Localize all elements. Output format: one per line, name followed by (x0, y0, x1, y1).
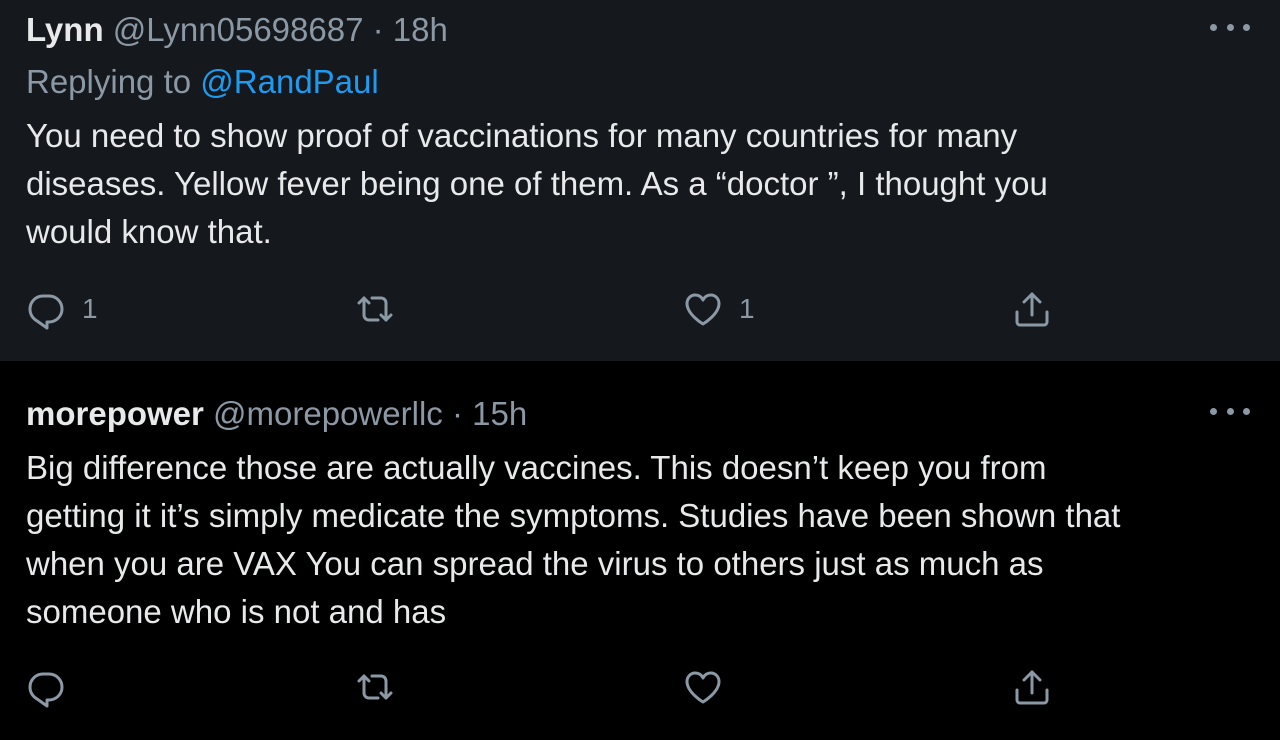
tweet-text-line: would know that. (26, 213, 272, 250)
replying-to: Replying to @RandPaul (26, 62, 379, 102)
author-handle[interactable]: @morepowerllc (213, 395, 443, 432)
separator: · (451, 395, 463, 432)
tweet-text: You need to show proof of vaccinations f… (26, 112, 1246, 256)
tweet-actions (0, 665, 1280, 709)
share-icon (1015, 292, 1049, 327)
reply-button[interactable]: 1 (24, 287, 98, 331)
author-handle[interactable]: @Lynn05698687 (113, 11, 364, 48)
reply-button[interactable] (24, 665, 82, 709)
share-button[interactable] (1010, 287, 1054, 331)
tweet-text-line: someone who is not and has (26, 593, 447, 630)
like-icon (685, 671, 721, 704)
retweet-icon (357, 674, 393, 700)
tweet-text-line: You need to show proof of vaccinations f… (26, 117, 1018, 154)
timestamp[interactable]: 15h (472, 395, 527, 432)
author-name[interactable]: morepower (26, 395, 204, 432)
author-name[interactable]: Lynn (26, 11, 104, 48)
like-icon (685, 293, 721, 326)
like-button[interactable]: 1 (681, 287, 755, 331)
tweet-lynn[interactable]: Lynn @Lynn05698687 · 18h Replying to @Ra… (0, 0, 1280, 361)
share-button[interactable] (1010, 665, 1054, 709)
reply-count: 1 (82, 293, 98, 324)
tweet-text-line: Big difference those are actually vaccin… (26, 449, 1047, 486)
reply-icon (28, 294, 64, 330)
like-count: 1 (739, 293, 755, 324)
tweet-text-line: diseases. Yellow fever being one of them… (26, 165, 1048, 202)
tweet-actions: 1 1 (0, 287, 1280, 331)
timestamp[interactable]: 18h (393, 11, 448, 48)
share-icon (1015, 670, 1049, 705)
tweet-morepower[interactable]: morepower @morepowerllc · 15h Big differ… (0, 361, 1280, 740)
tweet-header: morepower @morepowerllc · 15h (26, 394, 527, 434)
tweet-text-line: getting it it’s simply medicate the symp… (26, 497, 1121, 534)
tweet-text: Big difference those are actually vaccin… (26, 444, 1246, 636)
retweet-button[interactable] (353, 665, 411, 709)
reply-icon (28, 672, 64, 708)
replying-to-handle-link[interactable]: @RandPaul (200, 63, 378, 100)
like-button[interactable] (681, 665, 739, 709)
tweet-text-line: when you are VAX You can spread the viru… (26, 545, 1044, 582)
more-icon[interactable] (1210, 405, 1250, 417)
retweet-icon (357, 296, 393, 322)
retweet-button[interactable] (353, 287, 411, 331)
replying-to-label: Replying to (26, 63, 192, 100)
tweet-header: Lynn @Lynn05698687 · 18h (26, 10, 448, 50)
separator: · (372, 11, 384, 48)
more-icon[interactable] (1210, 21, 1250, 33)
